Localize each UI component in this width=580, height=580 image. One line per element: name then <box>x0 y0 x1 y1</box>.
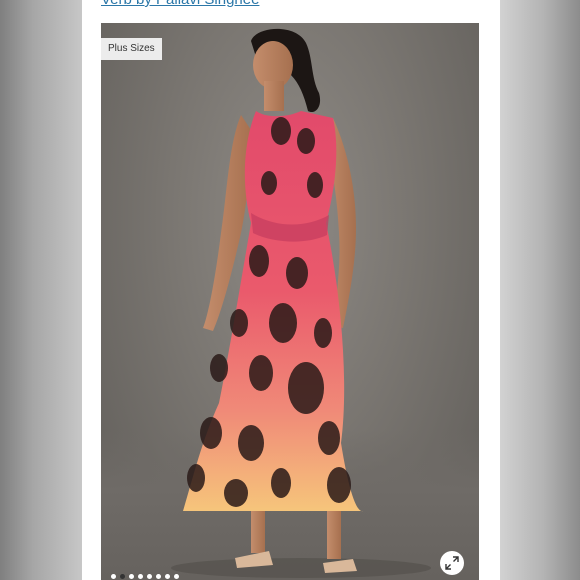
carousel-dots <box>111 574 179 579</box>
carousel-dot[interactable] <box>138 574 143 579</box>
carousel-dot[interactable] <box>111 574 116 579</box>
product-card: Verb by Pallavi Singhee <box>82 0 500 580</box>
brand-link[interactable]: Verb by Pallavi Singhee <box>101 0 259 8</box>
plus-sizes-badge: Plus Sizes <box>101 38 162 60</box>
right-backdrop <box>500 0 580 580</box>
product-image[interactable]: Plus Sizes <box>101 23 479 580</box>
left-backdrop <box>0 0 82 580</box>
carousel-dot[interactable] <box>120 574 125 579</box>
carousel-dot[interactable] <box>165 574 170 579</box>
carousel-dot[interactable] <box>129 574 134 579</box>
carousel-dot[interactable] <box>174 574 179 579</box>
expand-button[interactable] <box>440 551 464 575</box>
model-in-dress-illustration <box>171 28 431 578</box>
expand-icon <box>445 556 459 570</box>
carousel-dot[interactable] <box>147 574 152 579</box>
carousel-dot[interactable] <box>156 574 161 579</box>
